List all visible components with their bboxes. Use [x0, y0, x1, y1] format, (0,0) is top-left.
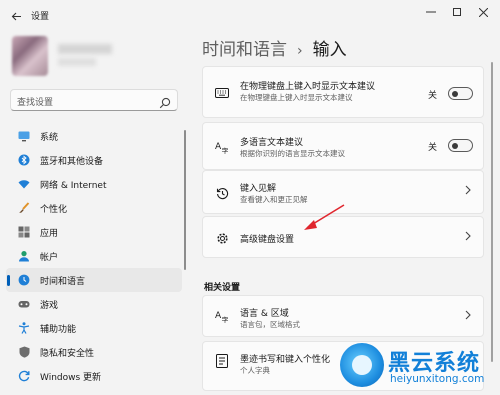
sidebar-item-accessibility[interactable]: 辅助功能 — [6, 316, 182, 340]
chevron-right-icon — [465, 231, 471, 244]
sidebar-item-label: Windows 更新 — [40, 372, 102, 383]
user-profile[interactable] — [10, 36, 130, 76]
sidebar-item-label: 隐私和安全性 — [40, 348, 95, 359]
card-description: 个人字典 — [240, 366, 270, 375]
brush-icon — [18, 202, 30, 214]
title-bar: 设置 — [0, 0, 500, 30]
sidebar-scrollbar[interactable] — [184, 130, 186, 270]
apps-icon — [18, 226, 30, 238]
close-button[interactable] — [472, 4, 494, 20]
search-input[interactable]: 查找设置 — [17, 95, 53, 108]
content-scrollbar[interactable] — [491, 62, 493, 362]
sidebar-item-label: 时间和语言 — [40, 276, 86, 287]
breadcrumb-current: 输入 — [312, 40, 347, 60]
notebook-icon — [215, 354, 229, 368]
svg-text:字: 字 — [222, 147, 229, 155]
sidebar-nav: 系统 蓝牙和其他设备 网络 & Internet 个性化 应用 帐户 时间和语言… — [6, 124, 182, 388]
accessibility-icon — [18, 322, 30, 334]
sidebar-item-bluetooth[interactable]: 蓝牙和其他设备 — [6, 148, 182, 172]
sidebar-item-label: 网络 & Internet — [40, 180, 107, 191]
monitor-icon — [18, 130, 30, 142]
sidebar-item-label: 帐户 — [40, 252, 59, 263]
breadcrumb-parent[interactable]: 时间和语言 — [202, 40, 287, 60]
watermark-url: heiyunxitong.com — [390, 373, 485, 385]
sidebar-item-label: 游戏 — [40, 300, 59, 311]
watermark: 黑云系统 heiyunxitong.com — [334, 341, 500, 395]
related-settings-heading: 相关设置 — [204, 283, 241, 293]
related-card-language-region[interactable]: A字 语言 & 区域 语言包，区域格式 — [202, 295, 484, 337]
search-icon[interactable] — [159, 94, 171, 109]
setting-card-multilingual-suggestions: A字 多语言文本建议 根据你识别的语言显示文本建议 关 — [202, 122, 484, 170]
sidebar-item-label: 应用 — [40, 228, 59, 239]
sidebar-item-label: 蓝牙和其他设备 — [40, 156, 104, 167]
profile-email-blurred — [58, 58, 96, 66]
wifi-icon — [18, 178, 30, 190]
game-icon — [18, 298, 30, 310]
windows-update-icon — [18, 370, 30, 382]
sidebar-item-gaming[interactable]: 游戏 — [6, 292, 182, 316]
sidebar-item-system[interactable]: 系统 — [6, 124, 182, 148]
back-arrow-icon[interactable] — [6, 6, 26, 26]
card-title: 在物理键盘上键入时显示文本建议 — [240, 82, 376, 92]
app-title: 设置 — [31, 12, 50, 22]
svg-text:字: 字 — [222, 316, 229, 324]
language-icon: A字 — [215, 309, 229, 323]
multilingual-suggestions-toggle[interactable] — [448, 139, 473, 152]
card-description: 查看键入和更正见解 — [240, 195, 308, 204]
sidebar-item-windows-update[interactable]: Windows 更新 — [6, 364, 182, 388]
bluetooth-icon — [18, 154, 30, 166]
minimize-button[interactable] — [420, 4, 442, 20]
avatar — [12, 36, 48, 76]
card-description: 根据你识别的语言显示文本建议 — [240, 149, 345, 158]
annotation-arrow — [304, 204, 345, 230]
gear-icon — [215, 231, 229, 245]
card-title: 高级键盘设置 — [240, 235, 295, 245]
watermark-logo — [340, 343, 384, 387]
sidebar-item-label: 辅助功能 — [40, 324, 77, 335]
sidebar-item-apps[interactable]: 应用 — [6, 220, 182, 244]
breadcrumb-separator: › — [297, 43, 303, 59]
toggle-state-label: 关 — [427, 91, 437, 101]
card-description: 在物理键盘上键入时显示文本建议 — [240, 93, 353, 102]
sidebar-item-network[interactable]: 网络 & Internet — [6, 172, 182, 196]
sidebar-item-time-language[interactable]: 时间和语言 — [6, 268, 182, 292]
language-icon: A字 — [215, 140, 229, 154]
card-title: 墨迹书写和键入个性化 — [240, 355, 331, 365]
maximize-button[interactable] — [446, 4, 468, 20]
account-icon — [18, 250, 30, 262]
card-title: 键入见解 — [240, 184, 277, 194]
search-box[interactable]: 查找设置 — [10, 89, 178, 111]
sidebar-item-personalization[interactable]: 个性化 — [6, 196, 182, 220]
physical-keyboard-suggestions-toggle[interactable] — [448, 87, 473, 100]
globe-clock-icon — [18, 274, 30, 286]
card-title: 语言 & 区域 — [240, 309, 289, 319]
breadcrumb: 时间和语言 › 输入 — [202, 35, 347, 60]
toggle-state-label: 关 — [427, 143, 437, 153]
keyboard-icon — [215, 86, 229, 100]
sidebar-item-accounts[interactable]: 帐户 — [6, 244, 182, 268]
sidebar-item-privacy[interactable]: 隐私和安全性 — [6, 340, 182, 364]
chevron-right-icon — [465, 185, 471, 198]
profile-name-blurred — [58, 44, 112, 54]
card-title: 多语言文本建议 — [240, 138, 304, 148]
history-icon — [215, 186, 229, 200]
shield-icon — [18, 346, 30, 358]
sidebar-item-label: 系统 — [40, 132, 59, 143]
chevron-right-icon — [465, 310, 471, 323]
sidebar-item-label: 个性化 — [40, 204, 68, 215]
card-description: 语言包，区域格式 — [240, 320, 300, 329]
setting-card-physical-keyboard-suggestions: 在物理键盘上键入时显示文本建议 在物理键盘上键入时显示文本建议 关 — [202, 66, 484, 118]
